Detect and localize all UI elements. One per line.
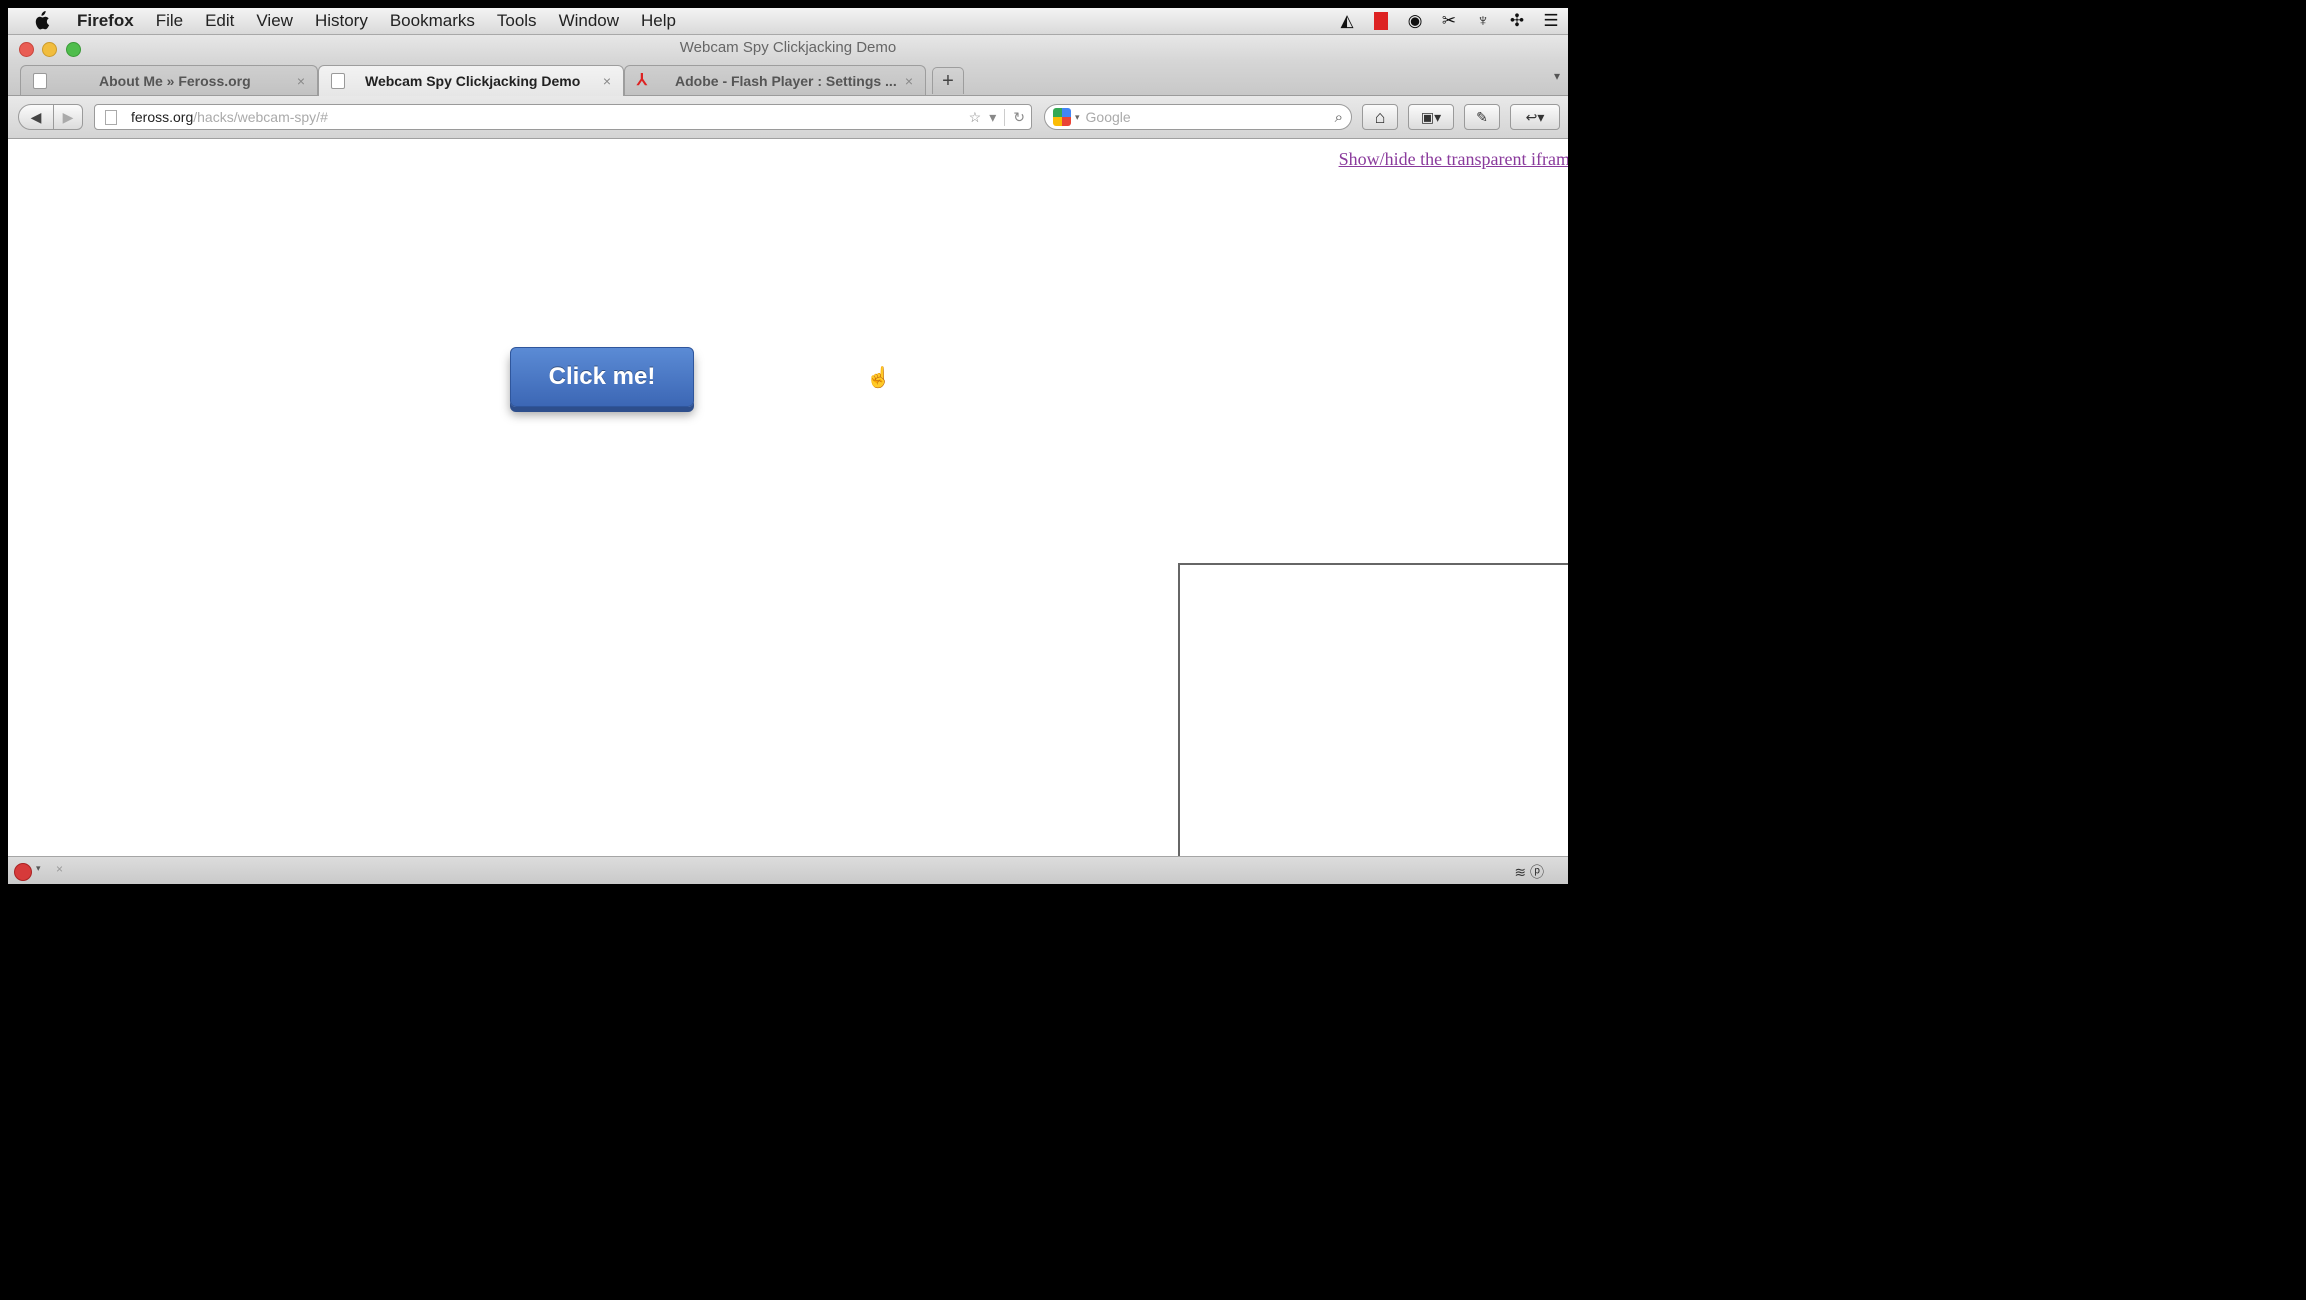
trophy-icon[interactable]: ♆ <box>1472 10 1494 32</box>
tab-label: About Me » Feross.org <box>99 72 251 89</box>
star-icon[interactable]: ☆ <box>969 109 982 126</box>
tab-strip: About Me » Feross.org × Webcam Spy Click… <box>8 61 1568 96</box>
navigation-toolbar: ◀ ▶ feross.org /hacks/webcam-spy/# ☆ ▾ ↻… <box>8 96 1568 139</box>
close-icon[interactable]: × <box>56 862 63 876</box>
chevron-down-icon[interactable]: ▾ <box>989 109 996 126</box>
toolbar-menu-button[interactable]: ▣▾ <box>1408 104 1454 130</box>
menu-view[interactable]: View <box>256 11 293 31</box>
macos-menubar: Firefox File Edit View History Bookmarks… <box>8 8 1568 35</box>
menu-history[interactable]: History <box>315 11 368 31</box>
click-me-button[interactable]: Click me! <box>510 347 694 407</box>
page-icon <box>105 109 117 125</box>
extra-tools-button[interactable]: ↩▾ <box>1510 104 1560 130</box>
tab-label: Webcam Spy Clickjacking Demo <box>365 73 581 89</box>
home-icon: ⌂ <box>1374 106 1386 127</box>
menu-edit[interactable]: Edit <box>205 11 234 31</box>
menu-help[interactable]: Help <box>641 11 676 31</box>
toggle-iframe-link[interactable]: Show/hide the transparent iframe <box>1339 149 1568 170</box>
chevron-down-icon[interactable]: ▾ <box>36 863 41 874</box>
edit-tools-button[interactable]: ✎ <box>1464 104 1500 130</box>
window-title: Webcam Spy Clickjacking Demo <box>679 39 897 56</box>
chevron-down-icon[interactable]: ▾ <box>1075 112 1080 123</box>
status-right-icons[interactable]: ≋ ⓟ <box>1514 862 1544 882</box>
red-square-icon[interactable] <box>1370 10 1392 32</box>
list-icon[interactable]: ☰ <box>1540 10 1562 32</box>
move-icon[interactable]: ✣ <box>1506 10 1528 32</box>
tab-label: Adobe - Flash Player : Settings ... <box>675 72 897 89</box>
menubar-status-area: ◭ ◉ ✂ ♆ ✣ ☰ <box>1336 10 1562 32</box>
back-button[interactable]: ◀ <box>18 104 54 130</box>
menu-app-firefox[interactable]: Firefox <box>77 11 134 31</box>
url-bar[interactable]: feross.org /hacks/webcam-spy/# ☆ ▾ ↻ <box>94 104 1032 130</box>
close-icon[interactable]: × <box>901 73 917 89</box>
menu-bookmarks[interactable]: Bookmarks <box>390 11 475 31</box>
hand-cursor-icon: ☝ <box>866 367 891 389</box>
tab-list-arrow-icon[interactable]: ▾ <box>1554 69 1560 83</box>
close-window-button[interactable] <box>19 42 34 57</box>
new-tab-button[interactable]: + <box>932 67 964 94</box>
zoom-window-button[interactable] <box>66 42 81 57</box>
home-button[interactable]: ⌂ <box>1362 104 1398 130</box>
search-input[interactable]: ▾ Google ⌕ <box>1044 104 1352 130</box>
menu-file[interactable]: File <box>156 11 183 31</box>
search-icon[interactable]: ⌕ <box>1335 109 1343 126</box>
webcam-preview-frame <box>1178 563 1568 858</box>
status-bar: ▾ × ≋ ⓟ <box>8 856 1568 884</box>
window-titlebar: Webcam Spy Clickjacking Demo <box>8 35 1568 61</box>
forward-button[interactable]: ▶ <box>53 104 83 130</box>
tab-about-me[interactable]: About Me » Feross.org × <box>20 65 318 95</box>
triangle-icon[interactable]: ◭ <box>1336 10 1358 32</box>
google-icon[interactable] <box>1053 108 1071 126</box>
close-icon[interactable]: × <box>599 73 615 89</box>
page-icon <box>331 73 345 89</box>
tools-icon[interactable]: ✂ <box>1438 10 1460 32</box>
page-icon <box>33 72 47 89</box>
close-icon[interactable]: × <box>293 73 309 89</box>
addon-icon[interactable] <box>14 863 32 881</box>
menu-window[interactable]: Window <box>559 11 619 31</box>
screen-capture: Firefox File Edit View History Bookmarks… <box>8 8 1568 884</box>
search-placeholder: Google <box>1085 109 1131 125</box>
menu-tools[interactable]: Tools <box>497 11 537 31</box>
tab-adobe-flash-settings[interactable]: ⅄ Adobe - Flash Player : Settings ... × <box>624 65 926 95</box>
apple-icon[interactable] <box>30 10 52 32</box>
page-content: Show/hide the transparent iframe Click m… <box>8 139 1568 858</box>
adobe-icon: ⅄ <box>637 71 647 89</box>
webcam-icon[interactable]: ◉ <box>1404 10 1426 32</box>
minimize-window-button[interactable] <box>42 42 57 57</box>
url-domain: feross.org <box>131 109 194 125</box>
tab-webcam-spy[interactable]: Webcam Spy Clickjacking Demo × <box>318 65 624 96</box>
url-path: /hacks/webcam-spy/# <box>193 109 328 125</box>
reload-icon[interactable]: ↻ <box>1004 108 1025 126</box>
